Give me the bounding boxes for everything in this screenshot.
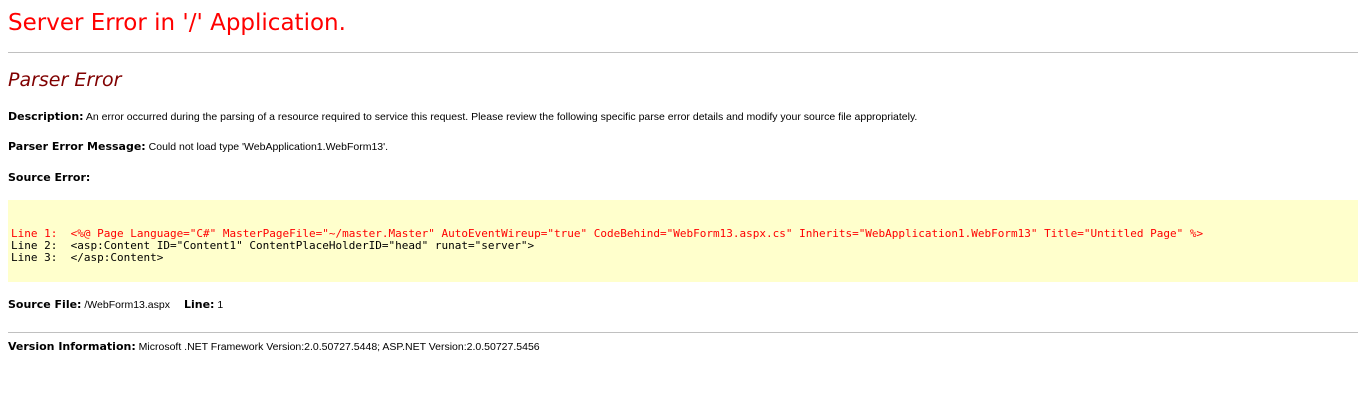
- source-error-label: Source Error:: [8, 171, 91, 184]
- description-text: An error occurred during the parsing of …: [85, 111, 918, 123]
- page-title: Server Error in '/' Application.: [8, 10, 346, 36]
- parser-error-message-row: Parser Error Message: Could not load typ…: [8, 140, 388, 153]
- title-divider: [8, 52, 1358, 53]
- description-row: Description: An error occurred during th…: [8, 110, 917, 123]
- source-file-value: /WebForm13.aspx: [84, 299, 170, 311]
- source-line-2: Line 2: <asp:Content ID="Content1" Conte…: [11, 239, 535, 252]
- source-line-label: Line:: [183, 298, 215, 311]
- source-code-box: Line 1: <%@ Page Language="C#" MasterPag…: [8, 200, 1358, 282]
- source-code-lines: Line 1: <%@ Page Language="C#" MasterPag…: [11, 228, 1203, 264]
- parser-error-message-text: Could not load type 'WebApplication1.Web…: [148, 141, 389, 153]
- version-information-text: Microsoft .NET Framework Version:2.0.507…: [138, 341, 540, 353]
- description-label: Description:: [8, 110, 84, 123]
- source-line-value: 1: [217, 299, 224, 311]
- source-line-3: Line 3: </asp:Content>: [11, 251, 164, 264]
- source-error-row: Source Error:: [8, 171, 90, 184]
- version-information-row: Version Information: Microsoft .NET Fram…: [8, 340, 540, 353]
- source-file-row: Source File: /WebForm13.aspx Line: 1: [8, 298, 223, 311]
- version-information-label: Version Information:: [8, 340, 136, 353]
- parser-error-message-label: Parser Error Message:: [8, 140, 146, 153]
- error-type-heading: Parser Error: [8, 69, 122, 91]
- source-file-label: Source File:: [8, 298, 82, 311]
- version-divider: [8, 332, 1358, 333]
